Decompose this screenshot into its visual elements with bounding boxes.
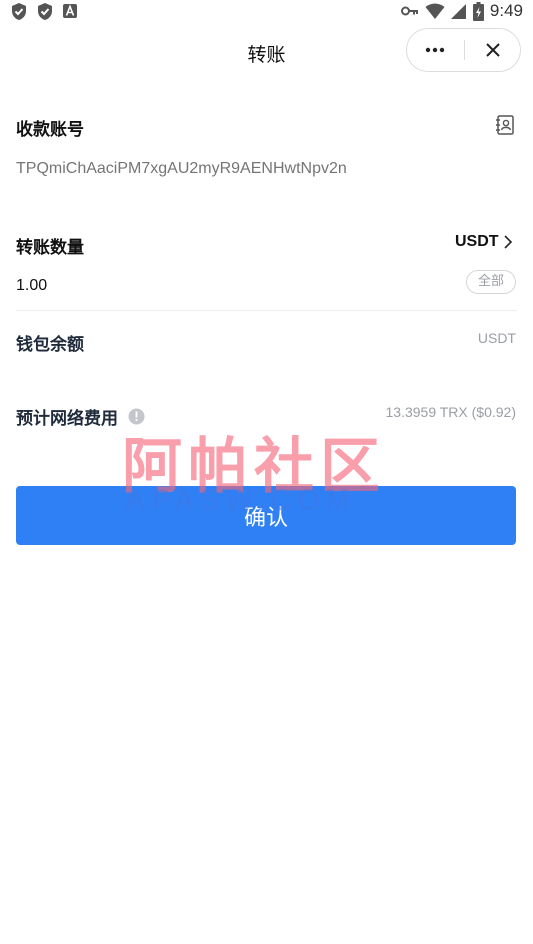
network-fee-label: 预计网络费用 bbox=[16, 409, 118, 429]
wifi-icon bbox=[425, 3, 445, 19]
mini-program-capsule bbox=[406, 28, 521, 72]
status-bar-right: 9:49 bbox=[400, 1, 523, 21]
token-symbol: USDT bbox=[455, 233, 499, 250]
status-bar-left bbox=[10, 2, 78, 21]
watermark-url: APASW.COM bbox=[124, 484, 356, 517]
signal-icon bbox=[450, 3, 466, 19]
font-a-icon bbox=[63, 4, 77, 18]
status-bar: 9:49 bbox=[0, 0, 533, 24]
receive-account-label: 收款账号 bbox=[16, 120, 84, 140]
receive-address-input[interactable] bbox=[16, 156, 496, 182]
all-amount-button[interactable]: 全部 bbox=[466, 270, 516, 294]
header: 转账 bbox=[0, 24, 533, 80]
address-book-button[interactable] bbox=[494, 114, 516, 136]
chevron-right-icon bbox=[503, 235, 512, 249]
battery-charging-icon bbox=[472, 1, 484, 21]
shield-check-icon bbox=[12, 3, 26, 20]
more-dots-icon bbox=[425, 47, 445, 53]
amount-input[interactable]: 1.00 bbox=[16, 277, 47, 295]
transfer-amount-label: 转账数量 bbox=[16, 238, 84, 258]
wallet-balance-label: 钱包余额 bbox=[16, 335, 84, 355]
more-button[interactable] bbox=[407, 29, 463, 71]
transfer-page: 9:49 转账 收款账号 TPQmiChAaciPM7xgAU2myR9AENH… bbox=[0, 0, 533, 944]
network-fee-value: 13.3959 TRX ($0.92) bbox=[385, 404, 517, 420]
shield-check-icon bbox=[38, 3, 52, 20]
amount-divider bbox=[16, 310, 517, 311]
close-button[interactable] bbox=[465, 29, 521, 71]
address-book-icon bbox=[496, 115, 514, 135]
close-icon bbox=[486, 43, 500, 57]
key-icon bbox=[400, 6, 418, 16]
token-selector[interactable]: USDT bbox=[455, 233, 513, 251]
wallet-balance-value: USDT bbox=[477, 330, 516, 346]
status-time: 9:49 bbox=[489, 1, 523, 20]
